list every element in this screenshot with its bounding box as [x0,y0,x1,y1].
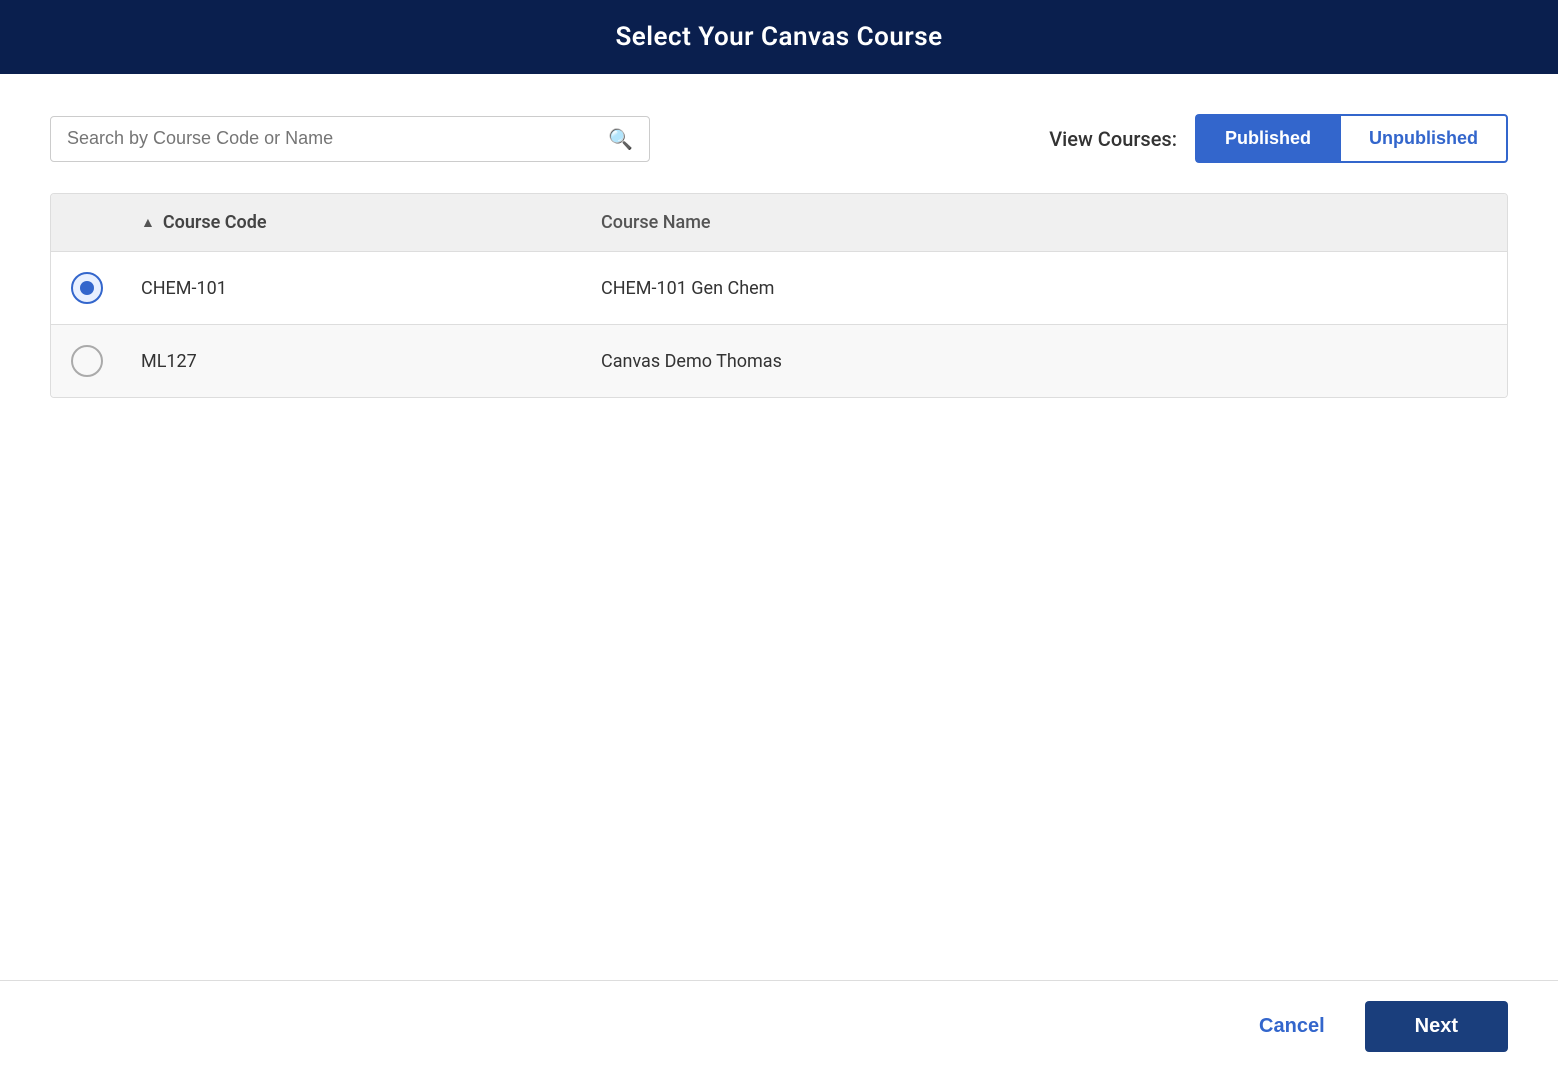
view-courses-group: View Courses: Published Unpublished [1049,114,1508,163]
radio-dot [80,281,94,295]
cell-course-code-2: ML127 [141,351,601,372]
cell-course-name-1: CHEM-101 Gen Chem [601,278,1487,299]
table-header: ▲ Course Code Course Name [51,194,1507,252]
column-header-name: Course Name [601,212,1487,233]
unpublished-button[interactable]: Unpublished [1339,114,1508,163]
cell-course-name-2: Canvas Demo Thomas [601,351,1487,372]
course-table: ▲ Course Code Course Name CHEM-101 CHEM-… [50,193,1508,398]
table-row[interactable]: ML127 Canvas Demo Thomas [51,325,1507,397]
search-wrapper: 🔍 [50,116,650,162]
search-input[interactable] [67,128,608,149]
radio-button-row-2[interactable] [71,345,103,377]
view-courses-label: View Courses: [1049,127,1177,151]
column-header-code: ▲ Course Code [141,212,601,233]
page-title: Select Your Canvas Course [615,22,942,52]
next-button[interactable]: Next [1365,1001,1508,1052]
cancel-button[interactable]: Cancel [1239,1003,1345,1050]
cell-course-code-1: CHEM-101 [141,278,601,299]
search-icon: 🔍 [608,127,633,151]
radio-button-row-1[interactable] [71,272,103,304]
footer: Cancel Next [0,980,1558,1072]
header: Select Your Canvas Course [0,0,1558,74]
sort-icon: ▲ [141,214,155,231]
published-button[interactable]: Published [1195,114,1339,163]
table-row[interactable]: CHEM-101 CHEM-101 Gen Chem [51,252,1507,325]
